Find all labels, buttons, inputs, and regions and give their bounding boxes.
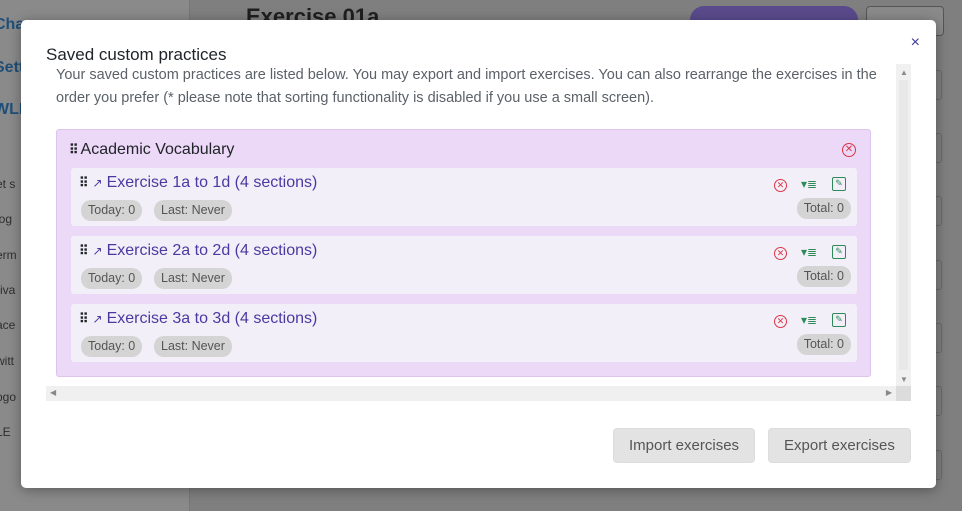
bg-small-link: log [0,212,13,226]
total-badge: Total: 0 [796,266,851,287]
total-badge: Total: 0 [796,198,851,219]
horizontal-scrollbar[interactable]: ◀ ▶ [46,386,896,401]
drag-handle-icon[interactable]: ⠿ [79,311,88,327]
scrollbar-corner [896,386,911,401]
exercise-link[interactable]: Exercise 2a to 2d (4 sections) [107,242,318,260]
remove-exercise-icon[interactable]: ✕ [774,247,787,260]
today-badge: Today: 0 [81,268,143,289]
last-badge: Last: Never [154,268,232,289]
scroll-down-icon[interactable]: ▼ [900,375,908,384]
modal-title: Saved custom practices [46,45,227,64]
scroll-up-icon[interactable]: ▲ [900,68,908,77]
sort-icon[interactable]: ▾≣ [801,245,817,259]
remove-exercise-icon[interactable]: ✕ [774,315,787,328]
modal-description: Your saved custom practices are listed b… [56,67,877,106]
sort-icon[interactable]: ▾≣ [801,313,817,327]
exercise-item: ⠿ ↗ Exercise 2a to 2d (4 sections) Today… [71,236,857,294]
bg-small-link: witt [0,354,14,368]
external-link-icon[interactable]: ↗ [93,244,103,258]
bg-small-link: ace [0,318,16,332]
scroll-left-icon[interactable]: ◀ [50,388,56,397]
vertical-scrollbar[interactable]: ▲ ▼ [896,64,911,386]
group-header: ⠿ Academic Vocabulary [69,141,234,159]
scroll-right-icon[interactable]: ▶ [886,388,892,397]
saved-practices-modal: Saved custom practices × Your saved cust… [21,20,936,488]
exercise-item: ⠿ ↗ Exercise 1a to 1d (4 sections) Today… [71,168,857,226]
export-exercises-button[interactable]: Export exercises [768,428,911,463]
close-icon[interactable]: × [911,34,920,52]
total-badge: Total: 0 [796,334,851,355]
remove-exercise-icon[interactable]: ✕ [774,179,787,192]
import-exercises-button[interactable]: Import exercises [613,428,756,463]
exercise-title-row: ⠿ ↗ Exercise 1a to 1d (4 sections) [79,174,317,192]
last-badge: Last: Never [154,336,232,357]
drag-handle-icon[interactable]: ⠿ [69,142,78,158]
drag-handle-icon[interactable]: ⠿ [79,175,88,191]
external-link-icon[interactable]: ↗ [93,176,103,190]
modal-body: Your saved custom practices are listed b… [46,64,911,402]
bg-small-link: et s [0,177,16,191]
exercise-item: ⠿ ↗ Exercise 3a to 3d (4 sections) Today… [71,304,857,362]
exercise-link[interactable]: Exercise 3a to 3d (4 sections) [107,310,318,328]
exercise-title-row: ⠿ ↗ Exercise 2a to 2d (4 sections) [79,242,317,260]
edit-icon[interactable]: ✎ [832,177,846,191]
exercise-title-row: ⠿ ↗ Exercise 3a to 3d (4 sections) [79,310,317,328]
bg-small-link: riva [0,283,16,297]
exercise-link[interactable]: Exercise 1a to 1d (4 sections) [107,174,318,192]
bg-small-link: LE [0,425,11,439]
sort-icon[interactable]: ▾≣ [801,177,817,191]
scroll-thumb[interactable] [899,80,908,370]
bg-small-link: erm [0,248,17,262]
drag-handle-icon[interactable]: ⠿ [79,243,88,259]
last-badge: Last: Never [154,200,232,221]
external-link-icon[interactable]: ↗ [93,312,103,326]
edit-icon[interactable]: ✎ [832,245,846,259]
practice-group: ⠿ Academic Vocabulary ✕ ⠿ ↗ Exercise 1a … [56,129,871,377]
bg-small-link: ogo [0,390,17,404]
edit-icon[interactable]: ✎ [832,313,846,327]
remove-group-icon[interactable]: ✕ [842,143,856,157]
group-name: Academic Vocabulary [80,141,235,158]
today-badge: Today: 0 [81,336,143,357]
today-badge: Today: 0 [81,200,143,221]
